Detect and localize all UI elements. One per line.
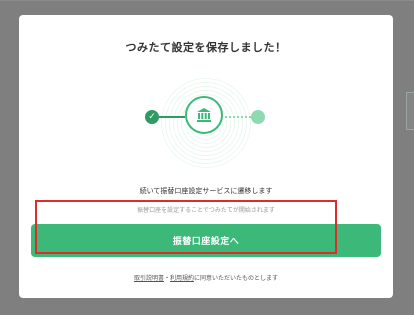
current-step-circle — [185, 96, 223, 134]
progress-line-complete — [159, 116, 185, 118]
check-icon: ✓ — [145, 110, 159, 124]
terms-notice: 取引説明書・利用規約に同意いただいたものとします — [19, 273, 393, 282]
transaction-guide-link[interactable]: 取引説明書 — [134, 275, 164, 282]
save-complete-modal: つみたて設定を保存しました！ ✓ 続いて振替口座設定サービスに遷移します 振替口… — [19, 15, 393, 298]
next-step-message: 続いて振替口座設定サービスに遷移します — [139, 187, 273, 195]
modal-title: つみたて設定を保存しました！ — [125, 41, 287, 54]
highlight-box — [35, 200, 337, 254]
progress-line-pending — [225, 116, 251, 118]
progress-indicator: ✓ — [19, 78, 393, 168]
bank-icon — [197, 108, 211, 122]
terms-of-use-link[interactable]: 利用規約 — [170, 275, 194, 282]
background-page — [0, 0, 414, 1]
terms-suffix: に同意いただいたものとします — [194, 275, 279, 282]
background-panel-edge — [406, 92, 414, 130]
next-step-dot — [251, 110, 265, 124]
